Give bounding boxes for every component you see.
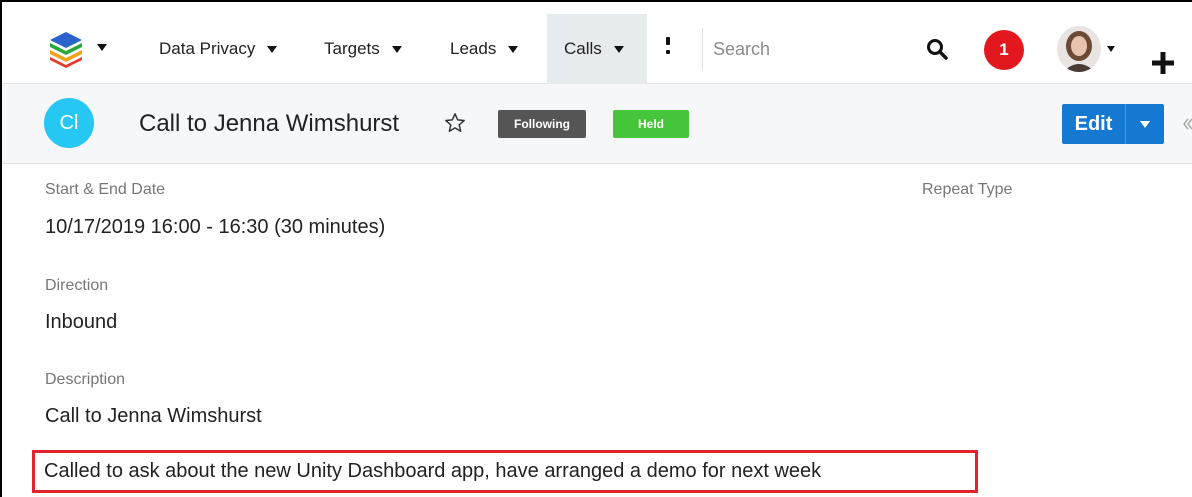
- logo-menu-caret-icon[interactable]: [97, 44, 107, 51]
- record-avatar: Cl: [44, 98, 94, 148]
- nav-item-label: Data Privacy: [159, 39, 256, 58]
- top-navbar: Data Privacy Targets Leads Calls 1: [2, 14, 1192, 84]
- more-menu-icon[interactable]: [666, 37, 670, 59]
- nav-item-label: Calls: [564, 39, 602, 58]
- chevron-down-icon: [391, 45, 402, 53]
- chevron-down-icon: [1140, 120, 1150, 128]
- user-avatar[interactable]: [1057, 26, 1101, 72]
- description-line-1: Call to Jenna Wimshurst: [45, 405, 262, 427]
- double-chevron-left-icon[interactable]: [1182, 117, 1192, 131]
- edit-actions-dropdown[interactable]: [1126, 104, 1164, 144]
- edit-button[interactable]: Edit: [1062, 104, 1126, 144]
- user-menu-caret-icon[interactable]: [1107, 46, 1115, 52]
- record-title: Call to Jenna Wimshurst: [139, 110, 400, 137]
- nav-item-label: Targets: [324, 39, 380, 58]
- nav-item-calls[interactable]: Calls: [547, 14, 647, 84]
- chevron-down-icon: [508, 45, 519, 53]
- start-end-date-value: 10/17/2019 16:00 - 16:30 (30 minutes): [45, 216, 386, 238]
- direction-value: Inbound: [45, 311, 118, 333]
- nav-item-targets[interactable]: Targets: [324, 14, 402, 84]
- chevron-down-icon: [267, 45, 278, 53]
- nav-item-leads[interactable]: Leads: [450, 14, 519, 84]
- repeat-type-label: Repeat Type: [922, 181, 1013, 198]
- status-badge: Held: [613, 110, 689, 138]
- nav-item-data-privacy[interactable]: Data Privacy: [159, 14, 278, 84]
- nav-item-label: Leads: [450, 39, 497, 58]
- plus-icon[interactable]: [1152, 52, 1174, 74]
- start-end-date-label: Start & End Date: [45, 181, 166, 198]
- description-highlighted-text: Called to ask about the new Unity Dashbo…: [32, 450, 978, 493]
- search-input[interactable]: [702, 28, 917, 70]
- app-logo-icon[interactable]: [46, 28, 86, 68]
- edit-button-group: Edit: [1062, 104, 1164, 144]
- direction-label: Direction: [45, 277, 109, 294]
- search-icon[interactable]: [926, 38, 948, 60]
- record-header: Cl Call to Jenna Wimshurst Following Hel…: [2, 84, 1192, 164]
- favorite-star-icon[interactable]: [444, 112, 466, 134]
- following-badge[interactable]: Following: [498, 110, 586, 138]
- chevron-down-icon: [613, 45, 624, 53]
- notification-badge[interactable]: 1: [984, 30, 1024, 70]
- description-label: Description: [45, 371, 126, 388]
